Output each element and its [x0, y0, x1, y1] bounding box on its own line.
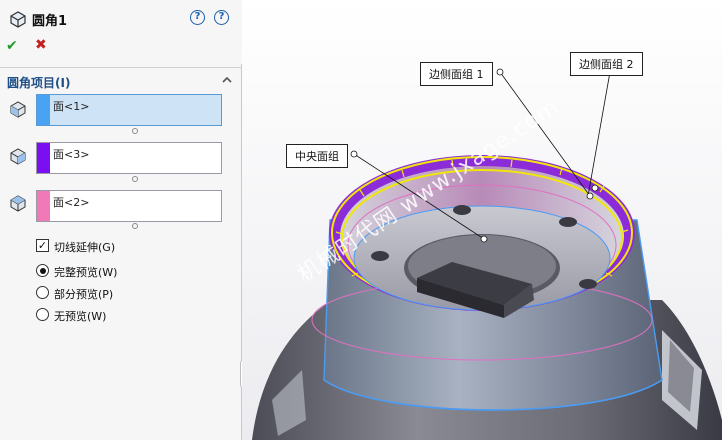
help-icon[interactable]: ?: [214, 10, 229, 25]
tangent-propagation-checkbox[interactable]: ✓: [36, 239, 49, 252]
face-selection-icon: [10, 101, 26, 118]
face-set-1-field[interactable]: 面<1>: [36, 94, 222, 126]
collapse-chevron-up-icon[interactable]: [220, 73, 234, 87]
fillet-items-section-title[interactable]: 圆角项目(I): [7, 74, 70, 91]
face-set-3-field[interactable]: 面<2>: [36, 190, 222, 222]
partial-preview-label[interactable]: 部分预览(P): [54, 286, 113, 302]
feature-title: 圆角1: [32, 14, 68, 29]
list-resize-handle[interactable]: [132, 176, 138, 182]
callout-side-face-set-1: 边侧面组 1: [420, 62, 493, 86]
no-preview-label[interactable]: 无预览(W): [54, 308, 106, 324]
face-set-1-label: 面<1>: [53, 100, 90, 113]
face-selection-icon: [10, 148, 26, 165]
face-set-2-label: 面<3>: [53, 148, 90, 161]
section-divider: [0, 67, 242, 68]
whats-wrong-help-icon[interactable]: ?: [190, 10, 205, 25]
face-selection-icon: [10, 195, 26, 212]
ok-checkmark-icon[interactable]: ✔: [6, 38, 18, 54]
list-resize-handle[interactable]: [132, 223, 138, 229]
fillet-feature-icon: [10, 11, 26, 28]
fillet-property-manager: 圆角1 ? ? ✔ ✖ 圆角项目(I) 面<1> 面<3> 面<2> ✓ 切线延…: [0, 0, 242, 440]
property-manager-header: 圆角1 ? ? ✔ ✖: [0, 0, 242, 64]
callout-center-face-set: 中央面组: [286, 144, 348, 168]
face-set-2-field[interactable]: 面<3>: [36, 142, 222, 174]
tangent-propagation-label[interactable]: 切线延伸(G): [54, 239, 115, 255]
face-set-3-color-swatch: [37, 191, 50, 221]
no-preview-radio[interactable]: [36, 308, 49, 321]
face-set-2-color-swatch: [37, 143, 50, 173]
full-preview-label[interactable]: 完整预览(W): [54, 264, 117, 280]
face-set-1-color-swatch: [37, 95, 50, 125]
callout-side-face-set-2: 边侧面组 2: [570, 52, 643, 76]
cancel-x-icon[interactable]: ✖: [35, 37, 47, 53]
face-set-3-label: 面<2>: [53, 196, 90, 209]
partial-preview-radio[interactable]: [36, 286, 49, 299]
full-preview-radio[interactable]: [36, 264, 49, 277]
graphics-area[interactable]: 边侧面组 1 边侧面组 2 中央面组: [242, 0, 722, 440]
list-resize-handle[interactable]: [132, 128, 138, 134]
